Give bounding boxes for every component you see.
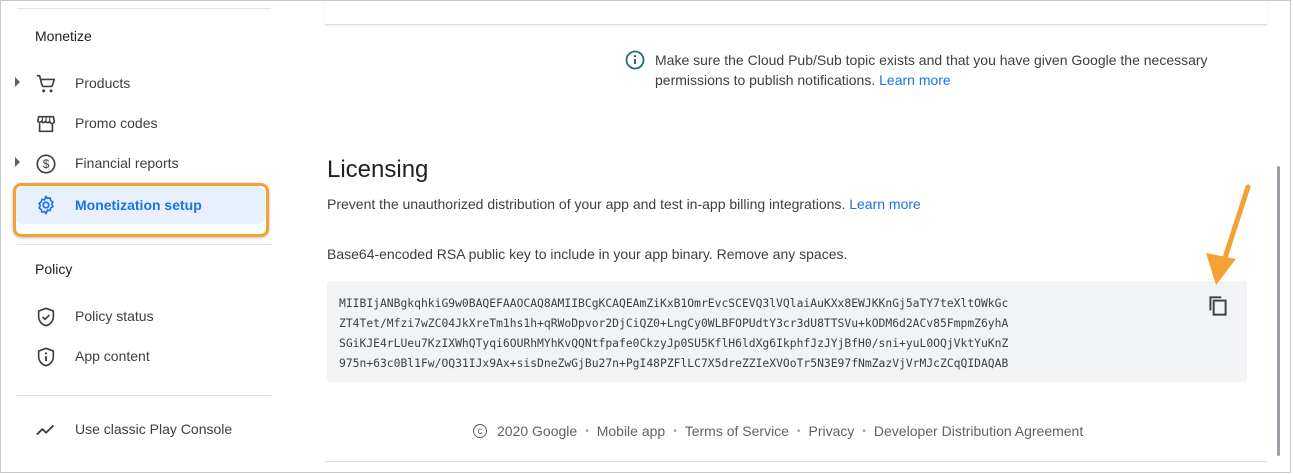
sidebar-item-label: Financial reports xyxy=(75,155,179,171)
info-notice: Make sure the Cloud Pub/Sub topic exists… xyxy=(625,50,1245,90)
sidebar-divider xyxy=(17,244,271,245)
sidebar-item-promo-codes[interactable]: Promo codes xyxy=(11,103,269,143)
public-key-box: MIIBIjANBgkqhkiG9w0BAQEFAAOCAQ8AMIIBCgKC… xyxy=(327,281,1247,382)
footer-link-terms[interactable]: Terms of Service xyxy=(685,423,789,439)
highlight-annotation xyxy=(13,183,269,237)
key-line: SGiKJE4rLUeu7KzIXWhQTyqi6OURhMYhKvQQNtfp… xyxy=(339,336,1009,350)
learn-more-link[interactable]: Learn more xyxy=(849,196,921,212)
description-text: Prevent the unauthorized distribution of… xyxy=(327,196,846,212)
section-title-monetize: Monetize xyxy=(35,28,92,44)
sidebar-item-label: Products xyxy=(75,75,131,91)
annotation-arrow-icon xyxy=(1206,184,1251,285)
sidebar-item-financial-reports[interactable]: $ Financial reports xyxy=(11,143,269,183)
store-icon xyxy=(36,115,56,133)
shield-check-icon xyxy=(37,307,55,327)
sidebar-item-classic-console[interactable]: Use classic Play Console xyxy=(11,409,269,449)
footer: c 2020 Google • Mobile app • Terms of Se… xyxy=(473,423,1083,439)
sidebar-item-products[interactable]: Products xyxy=(11,63,269,103)
scrollbar[interactable] xyxy=(1277,166,1280,456)
copyright-text: 2020 Google xyxy=(497,423,578,439)
expand-caret-icon[interactable] xyxy=(15,157,20,167)
page-title: Licensing xyxy=(327,156,429,183)
licensing-description: Prevent the unauthorized distribution of… xyxy=(327,196,921,212)
section-title-policy: Policy xyxy=(35,261,73,277)
sidebar-divider xyxy=(17,395,271,396)
divider xyxy=(325,461,1267,462)
app-frame: Monetize Products Promo codes $ Financia… xyxy=(0,0,1291,473)
sidebar-item-label: Use classic Play Console xyxy=(75,421,233,437)
copyright-icon: c xyxy=(473,424,487,438)
expand-caret-icon[interactable] xyxy=(15,77,20,87)
info-icon xyxy=(625,50,645,70)
cart-icon xyxy=(36,74,56,93)
sidebar-item-label: Promo codes xyxy=(75,115,158,131)
shield-info-icon xyxy=(37,347,55,367)
main-content: Make sure the Cloud Pub/Sub topic exists… xyxy=(285,1,1290,472)
key-line: ZT4Tet/Mfzi7wZC04JkXreTm1hs1h+qRWoDpvor2… xyxy=(339,316,1009,330)
sidebar-item-policy-status[interactable]: Policy status xyxy=(11,296,269,336)
key-line: 975n+63c0Bl1Fw/OQ31IJx9Ax+sisDneZwGjBu27… xyxy=(339,356,1009,370)
sidebar: Monetize Products Promo codes $ Financia… xyxy=(1,1,285,472)
sidebar-item-app-content[interactable]: App content xyxy=(11,336,269,376)
learn-more-link[interactable]: Learn more xyxy=(879,72,951,88)
sidebar-item-label: App content xyxy=(75,348,150,364)
info-text: Make sure the Cloud Pub/Sub topic exists… xyxy=(655,50,1245,90)
public-key-text[interactable]: MIIBIjANBgkqhkiG9w0BAQEFAAOCAQ8AMIIBCgKC… xyxy=(339,293,1187,373)
footer-link-privacy[interactable]: Privacy xyxy=(808,423,854,439)
dollar-icon: $ xyxy=(36,154,56,174)
footer-link-mobile-app[interactable]: Mobile app xyxy=(597,423,666,439)
key-label: Base64-encoded RSA public key to include… xyxy=(327,246,848,262)
svg-text:$: $ xyxy=(43,157,50,171)
section-card xyxy=(325,1,1267,25)
sidebar-item-label: Policy status xyxy=(75,308,154,324)
trending-icon xyxy=(36,424,54,436)
footer-link-dda[interactable]: Developer Distribution Agreement xyxy=(874,423,1083,439)
key-line: MIIBIjANBgkqhkiG9w0BAQEFAAOCAQ8AMIIBCgKC… xyxy=(339,296,1009,310)
sidebar-divider xyxy=(17,8,271,9)
